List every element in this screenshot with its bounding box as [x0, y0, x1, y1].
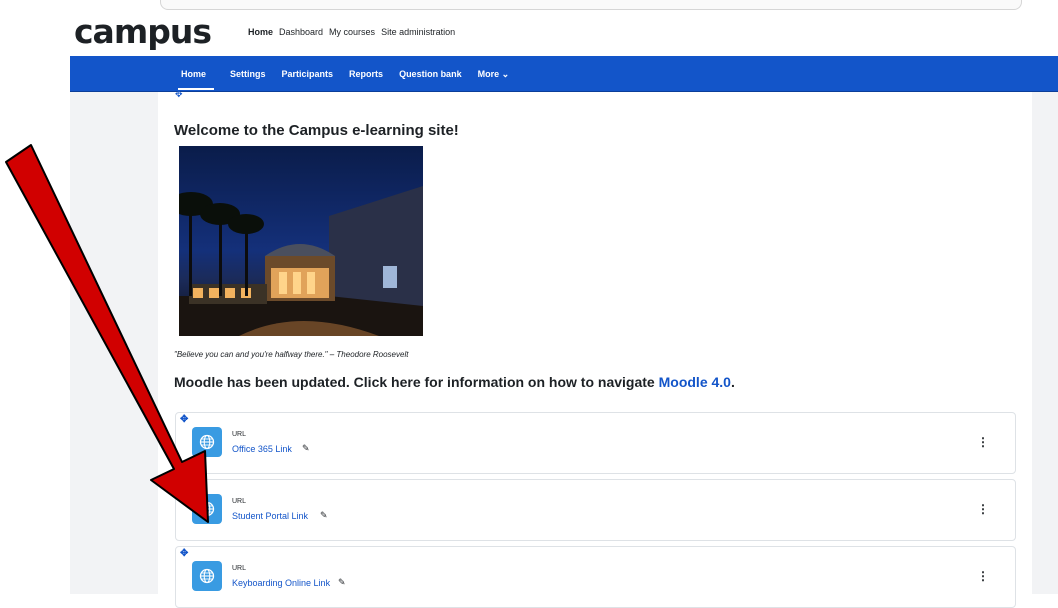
campus-building-photo	[179, 146, 423, 336]
page-title: Welcome to the Campus e-learning site!	[174, 122, 459, 139]
tab-settings[interactable]: Settings	[230, 69, 266, 90]
update-period: .	[730, 374, 735, 390]
move-icon[interactable]: ✥	[175, 89, 183, 100]
nav-site-administration[interactable]: Site administration	[381, 27, 455, 37]
actions-menu-icon[interactable]: ⋮	[977, 435, 989, 449]
activity-link-office-365[interactable]: Office 365 Link	[232, 444, 292, 454]
edit-pencil-icon[interactable]: ✎	[320, 510, 328, 521]
move-icon[interactable]: ✥	[180, 548, 188, 559]
site-header: campus Home Dashboard My courses Site ad…	[0, 10, 1058, 56]
tab-question-bank[interactable]: Question bank	[399, 69, 462, 90]
globe-icon	[199, 568, 215, 584]
tab-home[interactable]: Home	[181, 69, 214, 90]
tab-participants[interactable]: Participants	[282, 69, 334, 90]
update-notice: Moodle has been updated. Click here for …	[174, 374, 735, 390]
activity-card: URL Student Portal Link ✎ ⋮	[175, 479, 1016, 541]
moodle-4-link[interactable]: Moodle 4.0	[659, 374, 731, 390]
tab-reports[interactable]: Reports	[349, 69, 383, 90]
activity-type: URL	[232, 565, 247, 572]
site-logo[interactable]: campus	[74, 15, 212, 48]
nav-dashboard[interactable]: Dashboard	[279, 27, 323, 37]
activity-type: URL	[232, 431, 247, 438]
move-icon[interactable]: ✥	[180, 414, 188, 425]
globe-icon	[199, 501, 215, 517]
tab-more[interactable]: More ⌄	[478, 69, 510, 90]
activity-type: URL	[232, 498, 247, 505]
url-activity-icon[interactable]	[192, 427, 222, 457]
activity-card: ✥ URL Keyboarding Online Link ✎ ⋮	[175, 546, 1016, 608]
update-text: Moodle has been updated. Click here for …	[174, 374, 659, 390]
nav-home[interactable]: Home	[248, 27, 273, 37]
primary-navigation: Home Dashboard My courses Site administr…	[248, 27, 461, 37]
activity-link-student-portal[interactable]: Student Portal Link	[232, 511, 308, 521]
secondary-navigation: Home Settings Participants Reports Quest…	[70, 56, 1058, 93]
nav-my-courses[interactable]: My courses	[329, 27, 375, 37]
url-activity-icon[interactable]	[192, 494, 222, 524]
edit-pencil-icon[interactable]: ✎	[302, 443, 310, 454]
globe-icon	[199, 434, 215, 450]
edit-pencil-icon[interactable]: ✎	[338, 577, 346, 588]
browser-address-bar	[160, 0, 1022, 10]
left-gutter	[70, 92, 158, 594]
actions-menu-icon[interactable]: ⋮	[977, 569, 989, 583]
activity-link-keyboarding-online[interactable]: Keyboarding Online Link	[232, 578, 330, 588]
url-activity-icon[interactable]	[192, 561, 222, 591]
right-gutter	[1032, 92, 1058, 594]
actions-menu-icon[interactable]: ⋮	[977, 502, 989, 516]
activity-card: ✥ URL Office 365 Link ✎ ⋮	[175, 412, 1016, 474]
main-content: ✥ Welcome to the Campus e-learning site!	[158, 89, 1032, 608]
quote-text: "Believe you can and you're halfway ther…	[174, 350, 409, 359]
